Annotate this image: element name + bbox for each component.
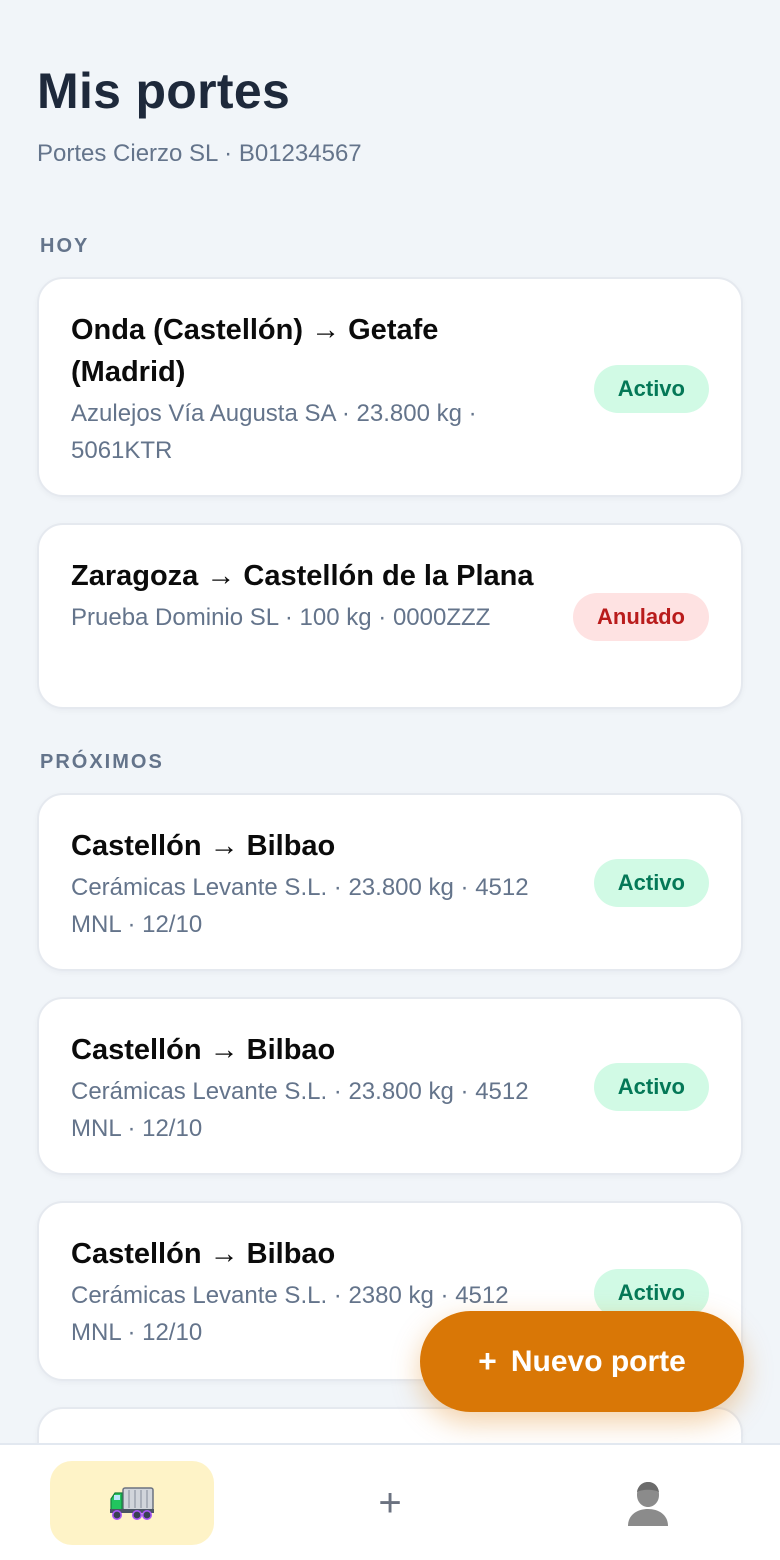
status-badge: Activo	[593, 1063, 709, 1111]
shipment-card[interactable]: Castellón → Bilbao Cerámicas Levante S.L…	[37, 997, 743, 1175]
truck-icon	[110, 1487, 154, 1520]
section-label-today: HOY	[40, 235, 90, 257]
nav-shipments-tab[interactable]	[50, 1461, 214, 1545]
shipment-route: Castellón → Bilbao	[71, 830, 336, 862]
shipment-route: Castellón → Bilbao	[71, 1238, 336, 1270]
nav-add-tab[interactable]: +	[340, 1461, 440, 1545]
shipment-card[interactable]: Castellón → Bilbao Cerámicas Levante S.L…	[37, 793, 743, 971]
company-subtitle: Portes Cierzo SL · B01234567	[37, 140, 362, 167]
shipment-info: Castellón → Bilbao Cerámicas Levante S.L…	[71, 1029, 541, 1147]
shipment-route: Onda (Castellón) → Getafe (Madrid)	[71, 314, 439, 388]
status-badge: Activo	[593, 1269, 709, 1317]
section-label-upcoming: PRÓXIMOS	[40, 751, 164, 773]
status-badge: Activo	[593, 859, 709, 907]
nav-profile-tab[interactable]	[598, 1461, 698, 1545]
new-shipment-button[interactable]: + Nuevo porte	[420, 1311, 744, 1412]
shipment-meta: Cerámicas Levante S.L. · 23.800 kg · 451…	[71, 1078, 529, 1142]
new-shipment-label: Nuevo porte	[510, 1344, 686, 1378]
plus-icon: +	[378, 1480, 402, 1525]
page-title: Mis portes	[37, 63, 291, 119]
screen: Mis portes Portes Cierzo SL · B01234567 …	[0, 0, 780, 1560]
shipment-card[interactable]: Zaragoza → Castellón de la Plana Prueba …	[37, 523, 743, 709]
shipment-meta: Cerámicas Levante S.L. · 23.800 kg · 451…	[71, 874, 529, 938]
shipment-meta: Prueba Dominio SL · 100 kg · 0000ZZZ	[71, 604, 491, 631]
status-badge: Activo	[593, 365, 709, 413]
shipment-info: Zaragoza → Castellón de la Plana Prueba …	[71, 555, 541, 636]
shipment-meta: Azulejos Vía Augusta SA · 23.800 kg · 50…	[71, 400, 477, 464]
plus-icon: +	[478, 1343, 497, 1379]
bottom-nav: +	[0, 1443, 780, 1560]
shipment-card[interactable]: Onda (Castellón) → Getafe (Madrid) Azule…	[37, 277, 743, 497]
shipment-info: Castellón → Bilbao Cerámicas Levante S.L…	[71, 825, 541, 943]
status-badge: Anulado	[573, 593, 709, 641]
shipment-route: Castellón → Bilbao	[71, 1034, 336, 1066]
shipment-info: Onda (Castellón) → Getafe (Madrid) Azule…	[71, 309, 541, 469]
shipment-route: Zaragoza → Castellón de la Plana	[71, 560, 534, 592]
user-icon	[628, 1482, 668, 1526]
page-header: Mis portes Portes Cierzo SL · B01234567	[37, 62, 362, 168]
